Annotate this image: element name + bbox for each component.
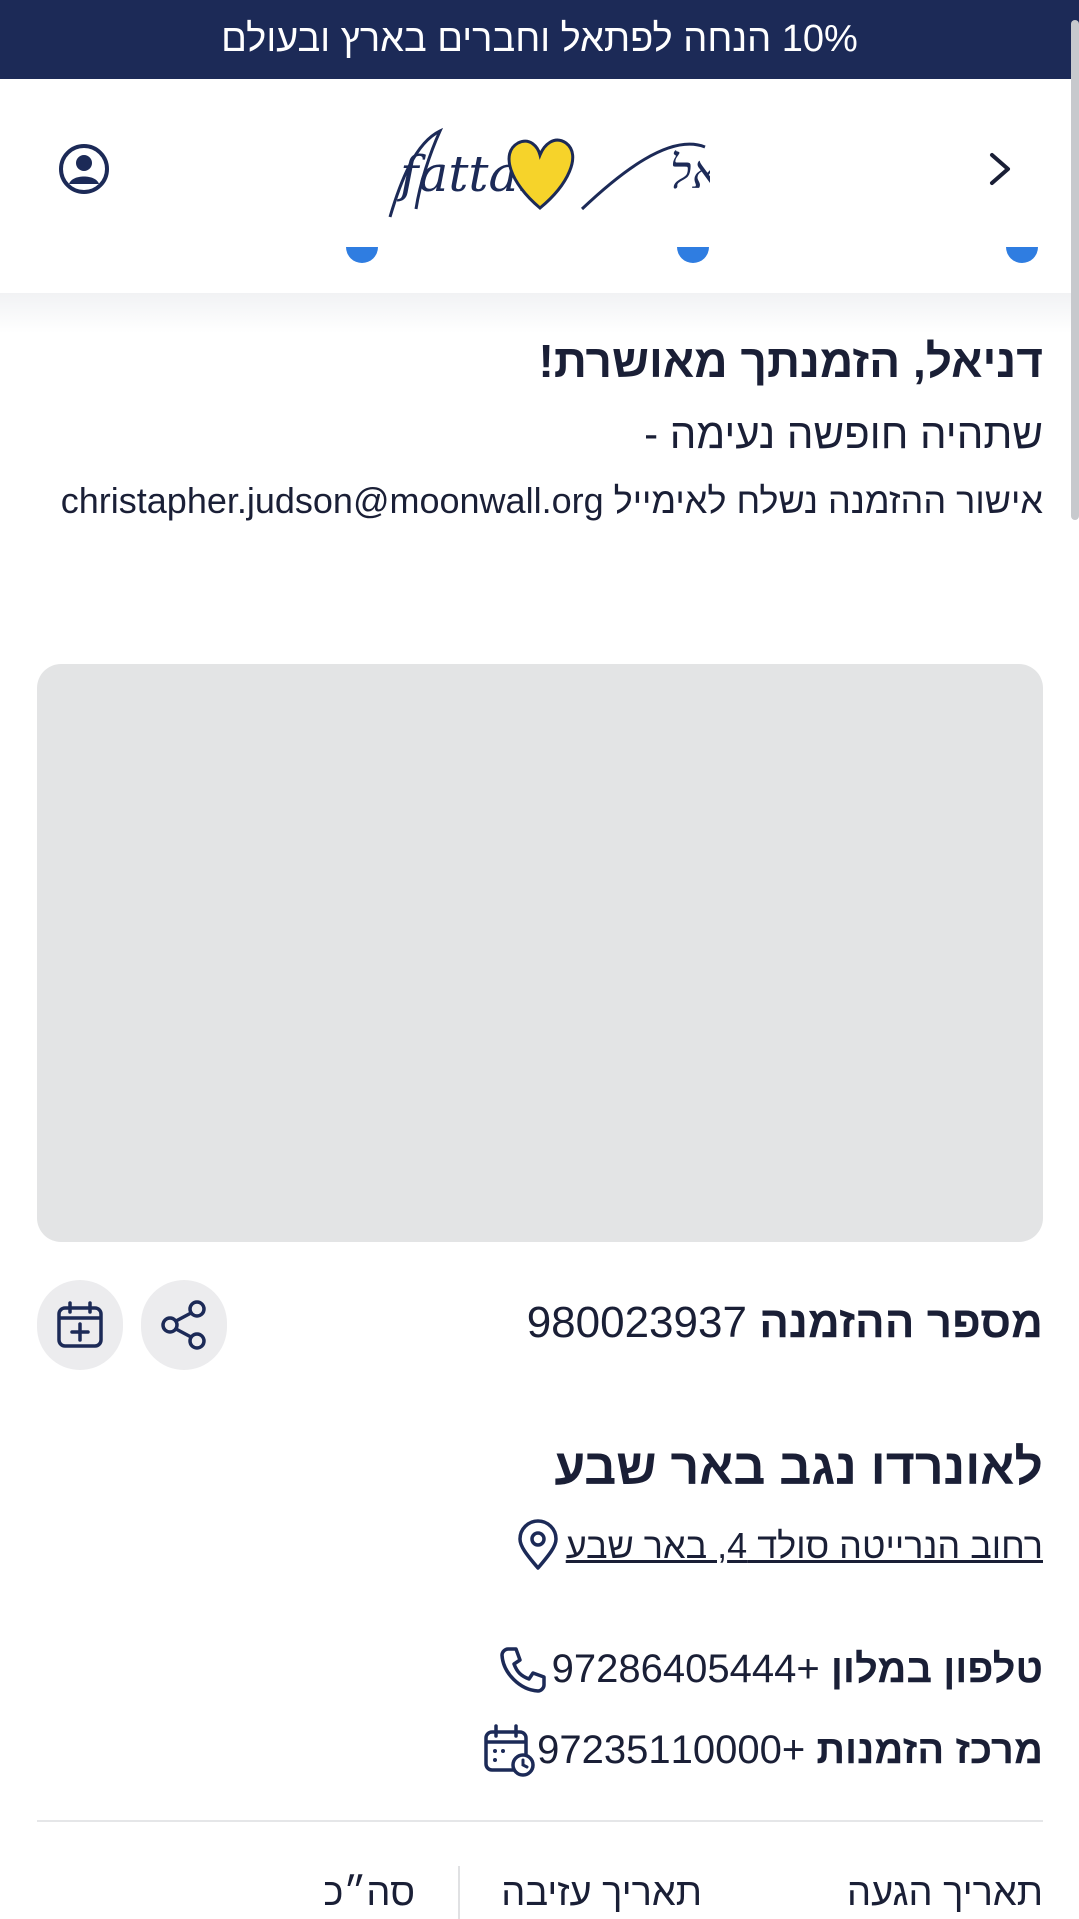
section-divider bbox=[37, 1820, 1043, 1822]
hotel-phone-label: טלפון במלון bbox=[830, 1646, 1043, 1691]
arrival-date-label: תאריך הגעה bbox=[847, 1872, 1043, 1914]
email-address: christapher.judson@moonwall.org bbox=[60, 480, 604, 521]
promo-banner[interactable]: 10% הנחה לפתאל וחברים בארץ ובעולם bbox=[0, 0, 1079, 79]
email-note-prefix: אישור ההזמנה נשלח לאימייל bbox=[613, 480, 1043, 521]
map-pin-icon bbox=[510, 1518, 566, 1574]
hotel-phone-value[interactable]: +97286405444 bbox=[552, 1647, 820, 1691]
booking-center-row[interactable]: מרכז הזמנות +97235110000 bbox=[461, 1722, 1043, 1778]
hotel-name: לאונרדו נגב באר שבע bbox=[554, 1439, 1043, 1495]
order-number-value: 980023937 bbox=[526, 1298, 747, 1347]
site-header: fattal פתאל bbox=[0, 79, 1079, 293]
header-shadow bbox=[0, 293, 1079, 333]
fattal-logo[interactable]: fattal פתאל bbox=[370, 113, 771, 223]
booking-center-label: מרכז הזמנות bbox=[816, 1727, 1043, 1772]
hotel-phone-row[interactable]: טלפון במלון +97286405444 bbox=[476, 1641, 1043, 1697]
logo-hebrew-text: פתאל bbox=[670, 145, 710, 199]
confirmation-subtitle: שתהיה חופשה נעימה - bbox=[644, 410, 1043, 457]
hotel-image bbox=[37, 664, 1043, 1242]
column-divider bbox=[458, 1866, 460, 1919]
calendar-plus-icon bbox=[57, 1301, 103, 1348]
carousel-indicator[interactable] bbox=[1006, 247, 1038, 263]
booking-center-phone[interactable]: +97235110000 bbox=[537, 1728, 805, 1772]
share-icon bbox=[161, 1300, 206, 1350]
confirmation-title: דניאל, הזמנתך מאושרת! bbox=[538, 335, 1043, 387]
email-confirmation-note: אישור ההזמנה נשלח לאימייל christapher.ju… bbox=[61, 480, 1043, 522]
calendar-clock-icon bbox=[481, 1722, 537, 1778]
add-to-calendar-button[interactable] bbox=[37, 1280, 123, 1370]
hotel-address-link[interactable]: רחוב הנרייטה סולד 4, באר שבע bbox=[566, 1525, 1043, 1567]
scrollbar[interactable] bbox=[1071, 20, 1079, 520]
order-number-label: מספר ההזמנה bbox=[759, 1298, 1043, 1347]
promo-text: 10% הנחה לפתאל וחברים בארץ ובעולם bbox=[221, 18, 858, 60]
order-number-line: מספר ההזמנה 980023937 bbox=[527, 1298, 1043, 1348]
share-button[interactable] bbox=[141, 1280, 227, 1370]
user-account-icon[interactable] bbox=[58, 143, 110, 195]
departure-date-label: תאריך עזיבה bbox=[501, 1872, 702, 1914]
phone-icon bbox=[496, 1641, 552, 1697]
hotel-address-row: רחוב הנרייטה סולד 4, באר שבע bbox=[490, 1518, 1043, 1574]
total-label: סה״כ bbox=[323, 1872, 416, 1914]
chevron-right-icon[interactable] bbox=[982, 145, 1018, 193]
carousel-indicator[interactable] bbox=[677, 247, 709, 263]
carousel-indicator[interactable] bbox=[346, 247, 378, 263]
